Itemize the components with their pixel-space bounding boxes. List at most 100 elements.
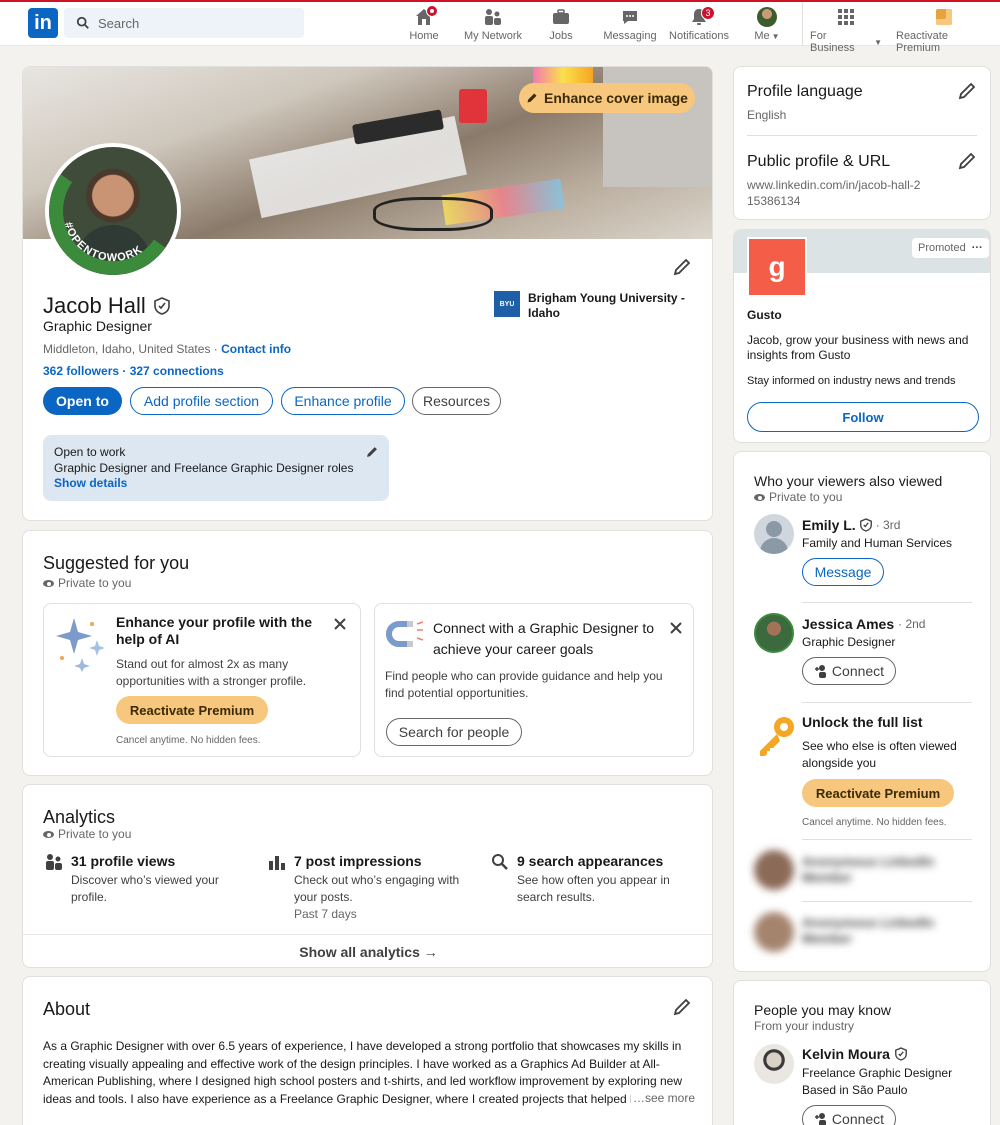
linkedin-logo[interactable]: in [28, 8, 58, 38]
connections-link[interactable]: · 327 connections [122, 364, 223, 378]
edit-intro-pencil-icon[interactable] [672, 257, 692, 277]
enhance-cover-label: Enhance cover image [544, 90, 688, 106]
nav-me[interactable]: Me ▼ [752, 6, 782, 42]
ad-text: Jacob, grow your business with news and … [747, 333, 969, 362]
network-icon [485, 9, 501, 25]
key-icon [760, 717, 794, 756]
promoted-label[interactable]: Promoted ··· [912, 238, 989, 258]
nav-messaging[interactable]: Messaging [603, 6, 657, 42]
about-body: As a Graphic Designer with over 6.5 year… [43, 1039, 682, 1106]
analytics-title: Analytics [43, 807, 116, 827]
edit-about-pencil-icon[interactable] [672, 997, 692, 1017]
premium-icon [936, 9, 952, 25]
analytics-card: Analytics Private to you 31 profile view… [22, 784, 713, 968]
settings-divider [747, 135, 977, 136]
close-icon[interactable] [669, 621, 683, 635]
connect-card-desc: Find people who can provide guidance and… [385, 669, 663, 700]
search-appearances-title: 9 search appearances [517, 853, 664, 869]
jobs-icon [553, 9, 569, 24]
sparkle-icon [56, 618, 105, 672]
school-name: Brigham Young University - Idaho [528, 291, 685, 320]
nav-jobs[interactable]: Jobs [545, 6, 577, 42]
ai-card-title: Enhance your profile with the help of AI [116, 614, 313, 647]
nav-notifications[interactable]: 3 Notifications [668, 6, 730, 42]
followers-link[interactable]: 362 followers [43, 364, 119, 378]
edit-url-pencil-icon[interactable] [957, 151, 977, 171]
open-to-work-text: #OPENTOWORK [62, 221, 144, 264]
profile-settings-card: Profile language English Public profile … [733, 66, 991, 220]
open-to-button[interactable]: Open to [43, 387, 122, 415]
profile-views-desc: Discover who’s viewed your profile. [71, 873, 219, 904]
emily-name[interactable]: Emily L. [802, 517, 856, 533]
people-divider [802, 839, 972, 840]
profile-photo[interactable]: #OPENTOWORK [45, 143, 181, 279]
nav-home[interactable]: Home [404, 5, 444, 42]
emily-headline: Family and Human Services [802, 536, 953, 550]
see-more-link[interactable]: …see more [631, 1090, 696, 1108]
profile-card: Enhance cover image #OPENTOWORK Jacob Ha… [22, 66, 713, 521]
profile-language-value: English [747, 108, 787, 122]
connect-button[interactable]: Connect [802, 1105, 896, 1125]
connect-button[interactable]: Connect [802, 657, 896, 685]
search-input[interactable]: Search [64, 8, 304, 38]
messaging-icon [623, 11, 637, 24]
otw-roles: Graphic Designer and Freelance Graphic D… [54, 461, 354, 475]
nav-jobs-label: Jobs [549, 30, 573, 42]
pencil-icon [527, 93, 537, 103]
about-card: About As a Graphic Designer with over 6.… [22, 976, 713, 1125]
gusto-logo[interactable]: g [747, 237, 807, 297]
suggested-title: Suggested for you [43, 553, 190, 573]
edit-otw-pencil-icon[interactable] [365, 445, 379, 459]
people-you-may-know-card: People you may know From your industry K… [733, 980, 991, 1125]
person-avatar-kelvin[interactable] [754, 1044, 794, 1084]
reactivate-premium-button[interactable]: Reactivate Premium [116, 696, 268, 724]
home-notification-dot [426, 5, 438, 17]
search-for-people-button[interactable]: Search for people [386, 718, 522, 746]
person-avatar-emily[interactable] [754, 514, 794, 554]
unlock-desc: See who else is often viewed alongside y… [802, 739, 957, 770]
nav-my-network[interactable]: My Network [462, 6, 524, 42]
open-to-work-box[interactable]: Open to work Graphic Designer and Freela… [43, 435, 389, 501]
message-button[interactable]: Message [802, 558, 884, 586]
nav-premium-label: Reactivate Premium [896, 30, 948, 54]
otw-show-details[interactable]: Show details [54, 476, 378, 490]
person-avatar-jessica[interactable] [754, 613, 794, 653]
nav-for-business[interactable]: For Business ▼ [810, 6, 882, 54]
bar-chart-icon [269, 856, 285, 870]
jessica-name[interactable]: Jessica Ames [802, 616, 894, 632]
add-profile-section-button[interactable]: Add profile section [130, 387, 273, 415]
close-icon[interactable] [333, 617, 347, 631]
jessica-headline: Graphic Designer [802, 635, 896, 649]
contact-info-link[interactable]: Contact info [221, 342, 291, 356]
cover-glasses-shape [373, 197, 493, 231]
global-nav: in Search Home My Network Jobs Messaging [0, 0, 1000, 54]
people-divider [802, 602, 972, 603]
show-all-analytics-button[interactable]: Show all analytics → [23, 935, 712, 967]
eye-icon [754, 494, 765, 502]
add-person-icon [814, 1113, 826, 1125]
enhance-cover-button[interactable]: Enhance cover image [519, 83, 695, 113]
nav-my-network-label: My Network [463, 30, 523, 42]
emily-degree: · 3rd [875, 518, 901, 532]
people-icon [46, 854, 62, 870]
suggested-private: Private to you [43, 576, 131, 590]
person-name-line: Kelvin Moura [802, 1046, 907, 1062]
chevron-down-icon: ▼ [874, 37, 882, 47]
network-stats: 362 followers · 327 connections [43, 364, 224, 378]
reactivate-premium-button[interactable]: Reactivate Premium [802, 779, 954, 807]
nav-reactivate-premium[interactable]: Reactivate Premium [896, 6, 992, 54]
viewers-private: Private to you [754, 490, 842, 504]
edit-language-pencil-icon[interactable] [957, 81, 977, 101]
enhance-profile-button[interactable]: Enhance profile [281, 387, 405, 415]
education-item[interactable]: BYU Brigham Young University - Idaho [494, 291, 688, 321]
more-icon[interactable]: ··· [972, 242, 983, 254]
suggestion-ai-card: Enhance your profile with the help of AI… [43, 603, 361, 757]
kelvin-name[interactable]: Kelvin Moura [802, 1046, 890, 1062]
add-person-icon [814, 665, 826, 678]
suggested-card: Suggested for you Private to you Enhance… [22, 530, 713, 776]
follow-button[interactable]: Follow [747, 402, 979, 432]
ad-card: Promoted ··· g Gusto Jacob, grow your bus… [733, 229, 991, 443]
resources-button[interactable]: Resources [412, 387, 501, 415]
jessica-degree: · 2nd [898, 617, 926, 631]
suggestion-connect-card: Connect with a Graphic Designer to achie… [374, 603, 694, 757]
